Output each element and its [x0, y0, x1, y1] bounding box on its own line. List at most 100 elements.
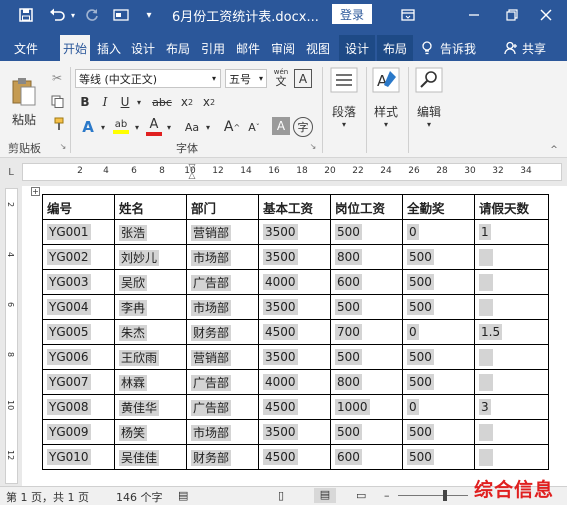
table-cell[interactable]: 500	[330, 344, 403, 370]
font-size-select[interactable]: 五号 ▾	[225, 69, 267, 88]
format-painter-icon[interactable]	[48, 115, 66, 133]
text-effects-icon[interactable]: A	[78, 117, 98, 137]
vertical-ruler[interactable]: 2 4 6 8 10 12	[0, 186, 22, 486]
editing-button[interactable]: 编辑 ▾	[413, 67, 445, 147]
table-cell[interactable]: 3500	[258, 294, 331, 320]
table-cell[interactable]: 3500	[258, 244, 331, 270]
read-mode-icon[interactable]: ▯	[278, 489, 284, 502]
table-cell[interactable]: YG008	[42, 394, 115, 420]
qat-dropdown-icon[interactable]: ▾	[142, 0, 156, 30]
print-layout-icon[interactable]: ▤	[314, 488, 336, 503]
text-effects-dropdown-icon[interactable]: ▾	[98, 117, 108, 137]
table-cell[interactable]: YG003	[42, 269, 115, 295]
collapse-ribbon-icon[interactable]: ^	[548, 145, 560, 155]
table-move-handle-icon[interactable]: +	[31, 187, 40, 196]
table-cell[interactable]: 林霖	[114, 369, 187, 395]
table-cell[interactable]	[474, 344, 549, 370]
column-header[interactable]: 基本工资	[258, 194, 331, 220]
table-cell[interactable]: 广告部	[186, 369, 259, 395]
table-cell[interactable]: 财务部	[186, 444, 259, 470]
restore-icon[interactable]	[500, 0, 524, 30]
proofing-icon[interactable]: ▤	[178, 489, 188, 502]
tab-view[interactable]: 视图	[303, 35, 333, 61]
close-icon[interactable]	[534, 0, 558, 30]
table-cell[interactable]: YG001	[42, 219, 115, 245]
table-cell[interactable]	[474, 269, 549, 295]
table-cell[interactable]: 500	[330, 419, 403, 445]
underline-dropdown-icon[interactable]: ▾	[134, 93, 144, 111]
table-cell[interactable]: 500	[330, 219, 403, 245]
char-border-icon[interactable]: A	[294, 69, 312, 88]
table-cell[interactable]	[474, 294, 549, 320]
table-cell[interactable]: 朱杰	[114, 319, 187, 345]
table-cell[interactable]: 500	[402, 419, 475, 445]
table-cell[interactable]: 张浩	[114, 219, 187, 245]
table-cell[interactable]: 800	[330, 369, 403, 395]
tab-home[interactable]: 开始	[60, 35, 90, 61]
table-cell[interactable]: 500	[402, 269, 475, 295]
styles-button[interactable]: A 样式 ▾	[370, 67, 402, 147]
tab-review[interactable]: 审阅	[268, 35, 298, 61]
table-cell[interactable]: 500	[402, 294, 475, 320]
tab-table-layout[interactable]: 布局	[377, 35, 413, 61]
table-cell[interactable]: 4000	[258, 369, 331, 395]
tab-references[interactable]: 引用	[198, 35, 228, 61]
table-cell[interactable]: 1	[474, 219, 549, 245]
subscript-button[interactable]: x2	[177, 93, 197, 111]
tab-table-design[interactable]: 设计	[339, 35, 375, 61]
table-cell[interactable]: 吴欣	[114, 269, 187, 295]
tab-insert[interactable]: 插入	[94, 35, 124, 61]
table-cell[interactable]: 广告部	[186, 269, 259, 295]
save-icon[interactable]	[16, 0, 36, 30]
font-name-select[interactable]: 等线 (中文正文) ▾	[75, 69, 221, 88]
highlight-color-button[interactable]: ab	[110, 115, 132, 137]
change-case-dropdown-icon[interactable]: ▾	[203, 117, 213, 137]
minimize-icon[interactable]	[462, 0, 486, 30]
grow-font-icon[interactable]: A ^	[222, 117, 242, 137]
phonetic-guide-button[interactable]: wén 文	[271, 67, 291, 89]
table-cell[interactable]: 1000	[330, 394, 403, 420]
strikethrough-button[interactable]: abc	[150, 93, 174, 111]
login-button[interactable]: 登录	[332, 4, 372, 24]
table-cell[interactable]: 3500	[258, 419, 331, 445]
superscript-button[interactable]: x2	[199, 93, 219, 111]
column-header[interactable]: 部门	[186, 194, 259, 220]
table-cell[interactable]: 500	[402, 369, 475, 395]
tab-layout[interactable]: 布局	[163, 35, 193, 61]
table-cell[interactable]: YG006	[42, 344, 115, 370]
tab-file[interactable]: 文件	[6, 35, 46, 61]
table-cell[interactable]: 3	[474, 394, 549, 420]
table-cell[interactable]: YG009	[42, 419, 115, 445]
table-cell[interactable]: 0	[402, 394, 475, 420]
paste-button[interactable]: 粘贴	[6, 69, 42, 135]
undo-dropdown-icon[interactable]: ▾	[68, 0, 78, 30]
table-cell[interactable]	[474, 244, 549, 270]
table-cell[interactable]	[474, 419, 549, 445]
table-cell[interactable]: 500	[402, 244, 475, 270]
horizontal-ruler[interactable]: L 2 4 6 8 10 12 14 16 18 20 22 24 26 28 …	[0, 158, 567, 186]
table-cell[interactable]: 刘妙儿	[114, 244, 187, 270]
font-color-button[interactable]: A	[144, 115, 164, 137]
paragraph-button[interactable]: 段落 ▾	[328, 67, 360, 147]
table-cell[interactable]: 市场部	[186, 244, 259, 270]
table-cell[interactable]: 3500	[258, 219, 331, 245]
zoom-out-icon[interactable]: –	[384, 489, 390, 502]
table-cell[interactable]: 李冉	[114, 294, 187, 320]
table-cell[interactable]: YG005	[42, 319, 115, 345]
character-shading-icon[interactable]: A	[272, 117, 290, 135]
table-cell[interactable]: 4500	[258, 444, 331, 470]
table-cell[interactable]: 王欣雨	[114, 344, 187, 370]
tab-design[interactable]: 设计	[128, 35, 158, 61]
table-cell[interactable]: YG007	[42, 369, 115, 395]
table-cell[interactable]	[474, 444, 549, 470]
font-color-dropdown-icon[interactable]: ▾	[164, 117, 174, 137]
table-cell[interactable]: 4500	[258, 394, 331, 420]
table-cell[interactable]	[474, 369, 549, 395]
table-cell[interactable]: 4000	[258, 269, 331, 295]
redo-icon[interactable]	[82, 0, 102, 30]
table-cell[interactable]: 800	[330, 244, 403, 270]
table-cell[interactable]: 500	[402, 344, 475, 370]
clipboard-launcher-icon[interactable]: ↘	[58, 141, 68, 151]
table-cell[interactable]: 杨笑	[114, 419, 187, 445]
table-cell[interactable]: 吴佳佳	[114, 444, 187, 470]
